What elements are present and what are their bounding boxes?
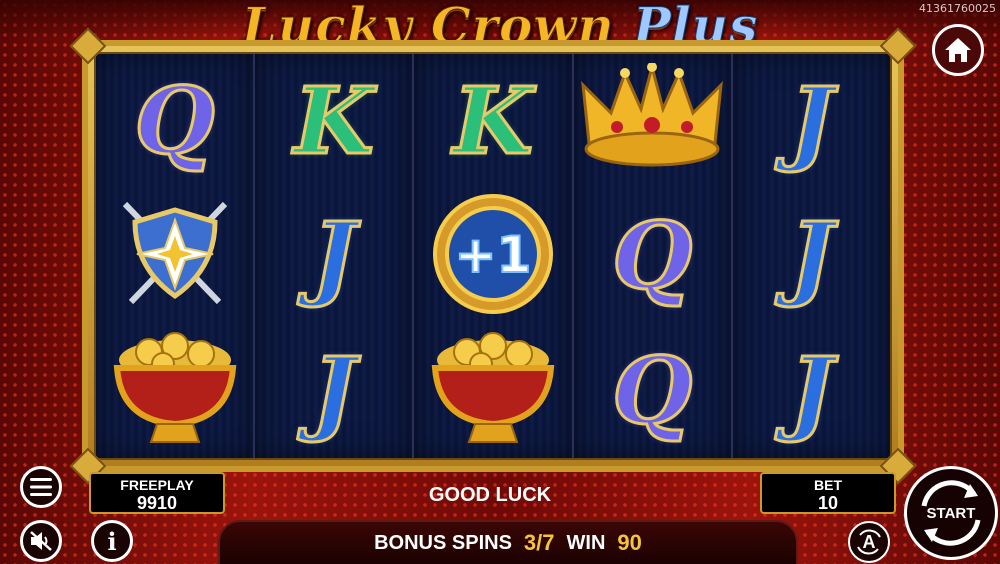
autoplay-icon	[857, 529, 881, 555]
info-button[interactable]: i	[91, 520, 133, 562]
speaker-muted-icon	[30, 531, 52, 551]
symbol-pot	[107, 328, 243, 453]
symbol-k: K	[452, 67, 535, 176]
win-value: 90	[617, 530, 642, 555]
freeplay-value: 9910	[136, 493, 178, 513]
reel-cell	[96, 189, 253, 324]
hamburger-icon	[30, 478, 52, 496]
symbol-plus-one: +1	[431, 192, 555, 321]
reel-frame: Q KJJK +1 Q Q J J J	[69, 27, 917, 485]
bet-value: 10	[817, 493, 839, 513]
reel-cell: J	[733, 54, 890, 189]
symbol-q: Q	[611, 336, 694, 445]
menu-button[interactable]	[20, 466, 62, 508]
status-message: GOOD LUCK	[428, 484, 552, 506]
home-icon	[945, 38, 971, 62]
reel-4: QQ	[574, 54, 733, 458]
symbol-shield	[115, 198, 235, 315]
reel-5: JJJ	[733, 54, 890, 458]
win-label: WIN	[566, 531, 606, 554]
reel-cell: J	[255, 323, 412, 458]
bonus-spins-value: 3/7	[523, 530, 555, 555]
game-id: 41361760025	[919, 2, 996, 15]
reel-cell: +1	[414, 189, 571, 324]
start-label: START	[926, 505, 976, 522]
reel-2: KJJ	[255, 54, 415, 458]
reel-grid: Q KJJK +1 Q Q J J J	[94, 52, 892, 460]
freeplay-box: FREEPLAY 9910	[89, 472, 225, 514]
symbol-j: J	[311, 336, 357, 445]
reel-1: Q	[96, 54, 256, 458]
bonus-bar: BONUS SPINS 3/7 WIN 90	[218, 520, 798, 564]
bet-label: BET	[814, 477, 842, 493]
reel-cell: J	[733, 323, 890, 458]
reel-cell: J	[733, 189, 890, 324]
info-icon: i	[107, 526, 117, 556]
symbol-pot	[425, 328, 561, 453]
start-button[interactable]: START	[904, 466, 998, 560]
reel-cell	[96, 323, 253, 458]
symbol-q: Q	[133, 67, 216, 176]
bonus-spins-label: BONUS SPINS	[374, 531, 512, 554]
symbol-crown	[577, 60, 727, 180]
sound-button[interactable]	[20, 520, 62, 562]
reel-cell: Q	[574, 323, 731, 458]
reel-3: K +1	[414, 54, 574, 458]
reel-cell: K	[414, 54, 571, 189]
home-button[interactable]	[932, 24, 984, 76]
svg-text:+1: +1	[455, 226, 532, 284]
bet-box[interactable]: BET 10	[760, 472, 896, 514]
reel-cell: J	[255, 189, 412, 324]
symbol-j: J	[788, 67, 834, 176]
symbol-k: K	[292, 67, 375, 176]
reel-cell: Q	[574, 189, 731, 324]
symbol-q: Q	[611, 202, 694, 310]
freeplay-label: FREEPLAY	[120, 477, 194, 493]
symbol-j: J	[788, 202, 834, 310]
reel-cell	[574, 54, 731, 189]
reel-cell: Q	[96, 54, 253, 189]
autoplay-button[interactable]: A	[848, 521, 890, 563]
symbol-j: J	[788, 336, 834, 445]
reel-cell	[414, 323, 571, 458]
reel-cell: K	[255, 54, 412, 189]
symbol-j: J	[311, 202, 357, 310]
